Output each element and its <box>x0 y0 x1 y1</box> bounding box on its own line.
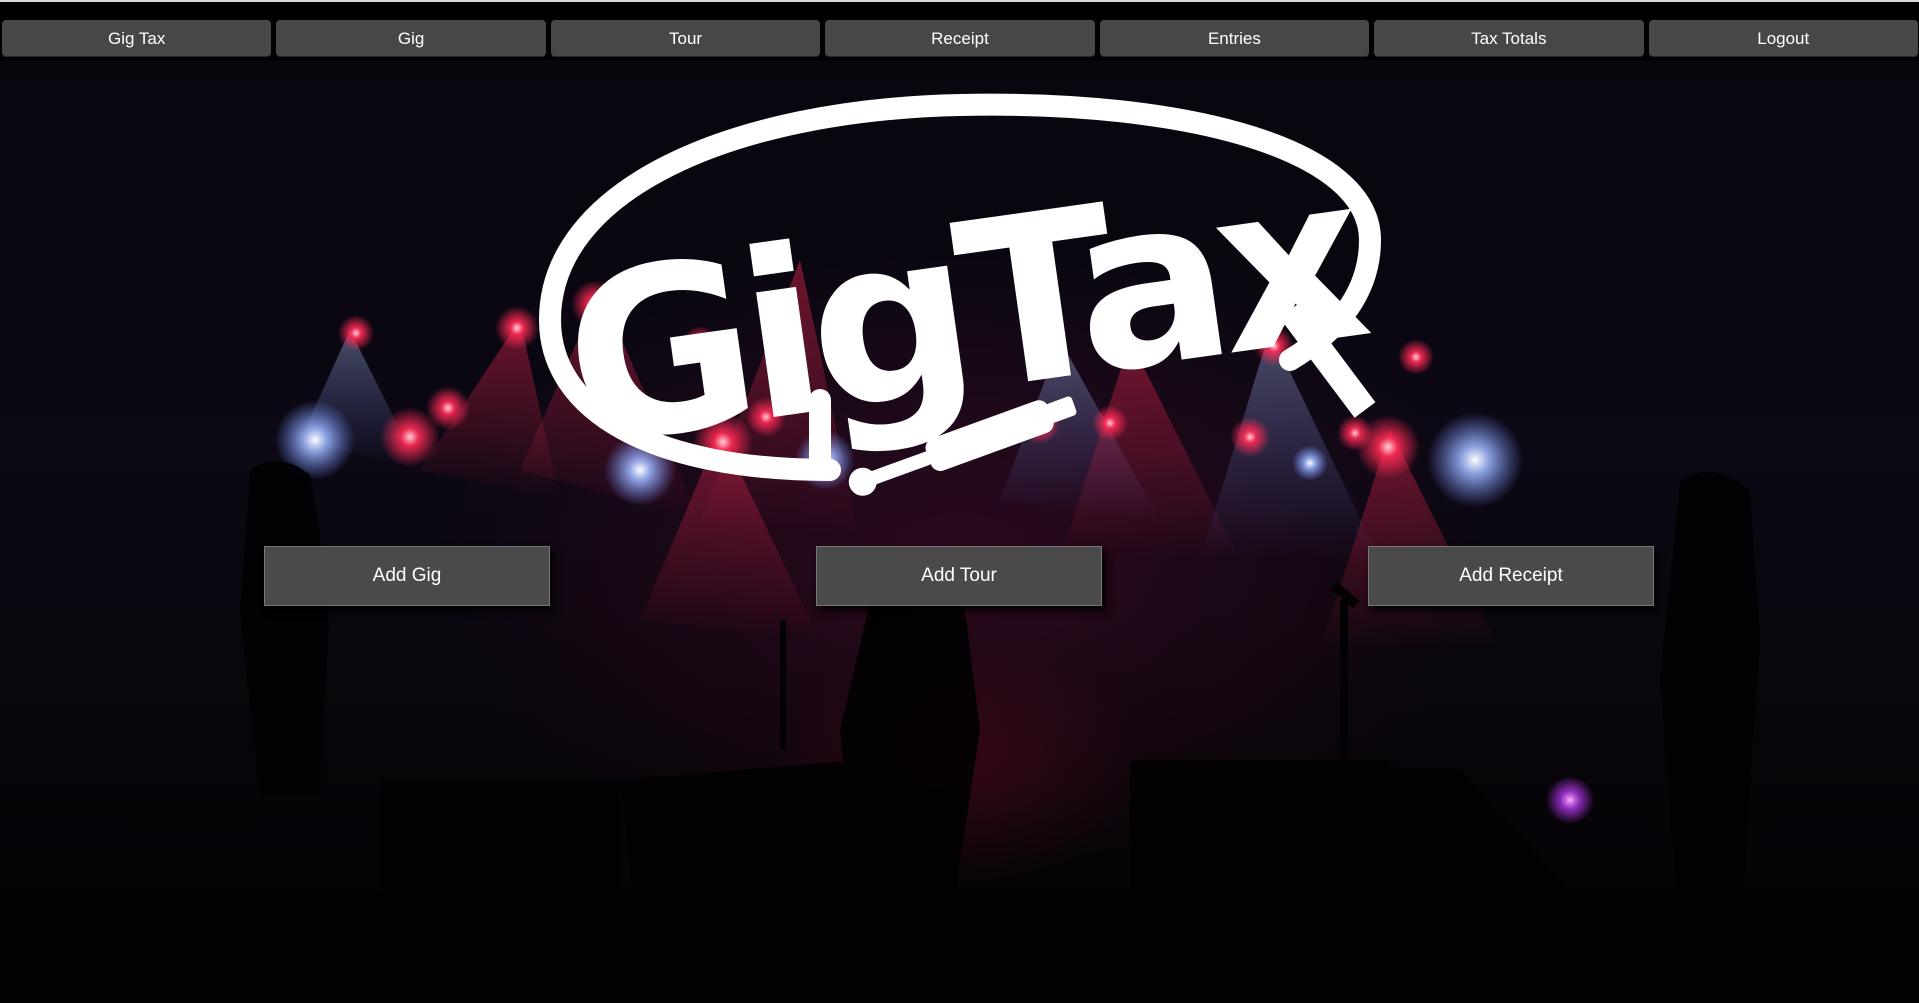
concert-background: Gig Tax Gig Tour Receipt Entries Tax Tot… <box>0 0 1919 1003</box>
nav-logout[interactable]: Logout <box>1648 20 1918 57</box>
nav-receipt[interactable]: Receipt <box>825 20 1095 57</box>
nav-tour[interactable]: Tour <box>550 20 821 57</box>
add-receipt-button[interactable]: Add Receipt <box>1368 546 1654 606</box>
logo-wordmark: GigTax <box>550 123 1379 499</box>
add-tour-button[interactable]: Add Tour <box>816 546 1102 606</box>
nav-gig-tax[interactable]: Gig Tax <box>2 20 272 57</box>
add-gig-button[interactable]: Add Gig <box>264 546 550 606</box>
nav-gig[interactable]: Gig <box>276 20 546 57</box>
nav-tax-totals[interactable]: Tax Totals <box>1374 20 1644 57</box>
gigtax-logo: GigTax <box>538 93 1382 499</box>
stage-silhouettes <box>0 461 1919 1003</box>
top-nav-bar: Gig Tax Gig Tour Receipt Entries Tax Tot… <box>0 0 1919 60</box>
nav-entries[interactable]: Entries <box>1099 20 1370 57</box>
